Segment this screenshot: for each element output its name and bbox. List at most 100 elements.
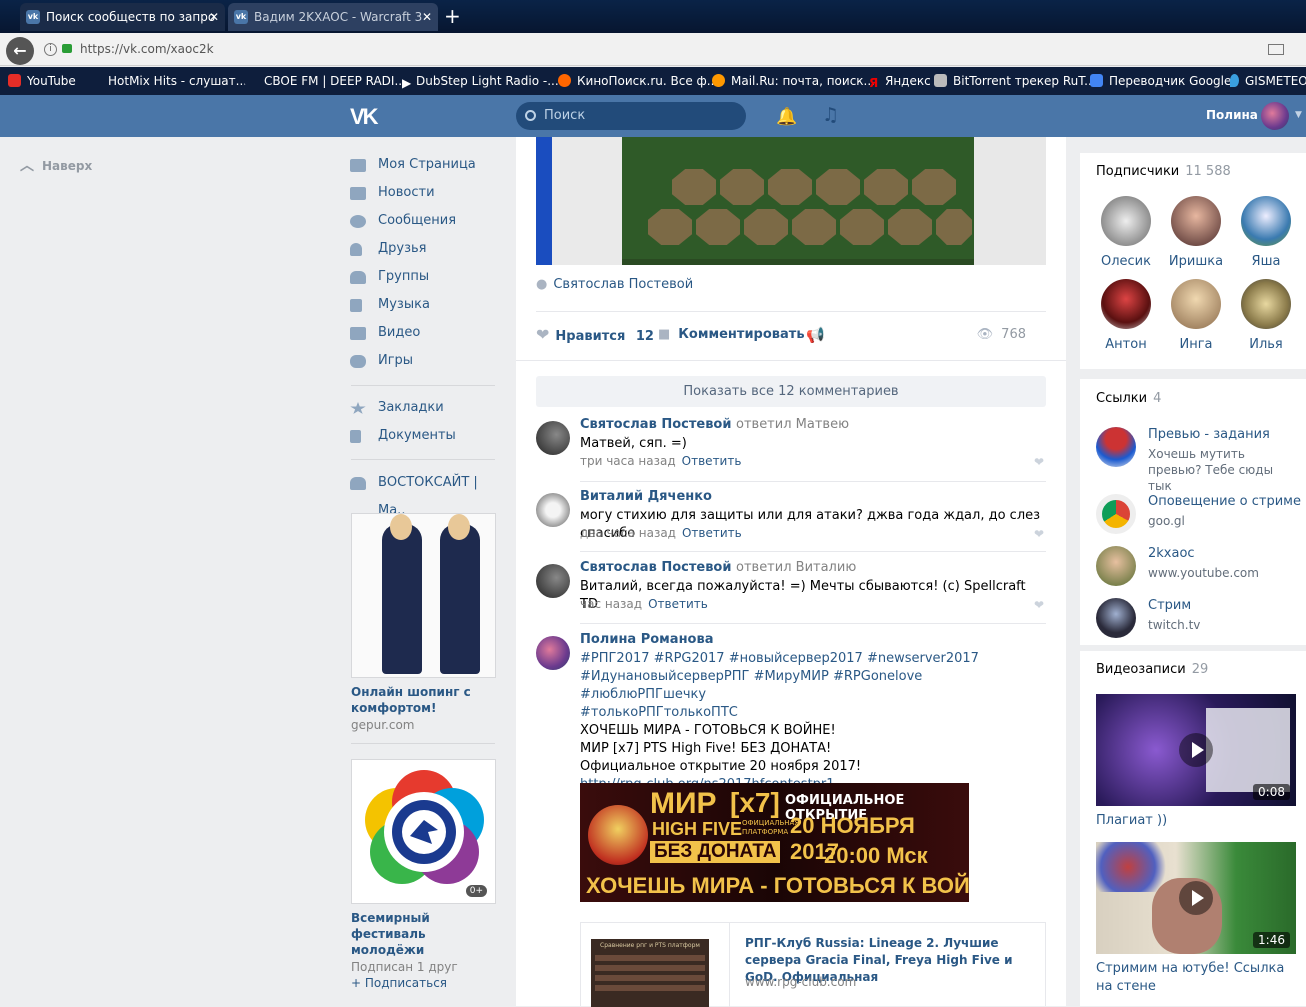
vk-logo[interactable]: VK (350, 104, 379, 130)
notifications-bell-icon[interactable]: 🔔 (776, 107, 797, 127)
ad-site: gepur.com (351, 718, 415, 732)
link-item[interactable]: Стрим twitch.tv (1096, 598, 1296, 640)
sidebar-item-video[interactable]: Видео (350, 319, 500, 347)
link-item[interactable]: Превью - задания Хочешь мутить превью? Те… (1096, 427, 1296, 493)
comment-reply-to: ответил Виталию (736, 560, 857, 575)
user-name[interactable]: Полина (1206, 108, 1258, 122)
sidebar-item-messages[interactable]: Сообщения (350, 207, 500, 235)
tab-vadim[interactable]: vk Вадим 2KXAOC - Warcraft 3 ✕ (228, 3, 438, 31)
ad-title[interactable]: Всемирный фестиваль молодёжи (351, 910, 496, 958)
sidebar-item-label: Музыка (378, 297, 430, 312)
bookmark-kinopoisk[interactable]: КиноПоиск.ru. Все ф... (558, 74, 718, 88)
promo-banner[interactable]: МИР [x7] HIGH FIVE ОФИЦИАЛЬНАЯ ПЛАТФОРМА… (580, 783, 969, 902)
bookmark-yandex[interactable]: Я Яндекс (869, 74, 931, 90)
comment-author[interactable]: Полина Романова (580, 632, 714, 647)
heart-icon[interactable]: ❤ (1034, 527, 1044, 541)
bookmark-cboe[interactable]: CBOE FM | DEEP RADI... (245, 74, 406, 88)
avatar[interactable] (536, 636, 570, 670)
subscriber-item[interactable]: Яша (1235, 196, 1297, 269)
music-note-icon[interactable]: ♫ (822, 104, 839, 126)
subscriber-item[interactable]: Илья (1235, 279, 1297, 352)
film-icon (350, 327, 366, 340)
tab-search-communities[interactable]: vk Поиск сообществ по запро ✕ (20, 3, 225, 31)
url-field[interactable]: https://vk.com/xaoc2k (80, 42, 214, 56)
comment-time[interactable]: два часа назад (580, 526, 676, 540)
bookmark-rutracker[interactable]: BitTorrent трекер RuT... (934, 74, 1096, 88)
sidebar-item-music[interactable]: Музыка (350, 291, 500, 319)
info-icon[interactable]: i (44, 43, 57, 56)
link-item[interactable]: 2kxaoc www.youtube.com (1096, 546, 1296, 588)
sidebar-item-bookmarks[interactable]: Закладки (350, 394, 500, 422)
divider (580, 481, 1046, 482)
links-header[interactable]: Ссылки 4 (1096, 391, 1161, 406)
bookmark-google-translate[interactable]: Переводчик Google (1090, 74, 1231, 88)
comment-author[interactable]: Святослав Постевой ответил Виталию (580, 560, 856, 575)
ad-title[interactable]: Онлайн шопинг с комфортом! (351, 684, 496, 716)
subscriber-item[interactable]: Антон (1095, 279, 1157, 352)
scroll-up-button[interactable]: ︿ Наверх (20, 155, 92, 175)
avatar[interactable] (536, 421, 570, 455)
video-thumbnail[interactable]: 1:46 (1096, 842, 1296, 954)
video-title[interactable]: Стримим на ютубе! Ссылка на стене (1096, 960, 1296, 996)
post-author[interactable]: ● Святослав Постевой (536, 277, 693, 292)
sidebar-item-documents[interactable]: Документы (350, 422, 500, 450)
sidebar-item-news[interactable]: Новости (350, 179, 500, 207)
search-input[interactable]: Поиск (516, 102, 746, 130)
chevron-down-icon[interactable]: ▼ (1295, 110, 1302, 120)
show-all-comments-button[interactable]: Показать все 12 комментариев (536, 376, 1046, 407)
reply-button[interactable]: Ответить (682, 526, 742, 540)
comment-time[interactable]: час назад (580, 597, 642, 611)
videos-count: 29 (1191, 662, 1209, 677)
reader-view-icon[interactable] (1268, 44, 1284, 55)
reply-button[interactable]: Ответить (682, 454, 742, 468)
gismeteo-icon (1230, 74, 1239, 87)
comment-author[interactable]: Виталий Дяченко (580, 489, 712, 504)
bookmark-dubstep[interactable]: ▶ DubStep Light Radio -... (402, 74, 559, 90)
bookmark-youtube[interactable]: YouTube (8, 74, 76, 88)
star-icon (350, 402, 366, 414)
avatar[interactable] (536, 564, 570, 598)
post-image[interactable] (536, 137, 1046, 265)
subscribers-header[interactable]: Подписчики 11 588 (1096, 164, 1231, 179)
bookmark-hotmix[interactable]: HotMix Hits - слушат... (89, 74, 247, 88)
ad-block-shopping[interactable]: Онлайн шопинг с комфортом! gepur.com (351, 513, 496, 732)
link-item[interactable]: Оповещение о стриме goo.gl (1096, 494, 1301, 536)
sidebar-item-groups[interactable]: Группы (350, 263, 500, 291)
avatar[interactable] (536, 493, 570, 527)
comment-author[interactable]: Святослав Постевой ответил Матвею (580, 417, 849, 432)
heart-icon[interactable]: ❤ (1034, 598, 1044, 612)
subscriber-item[interactable]: Инга (1165, 279, 1227, 352)
bookmark-label: Яндекс (885, 74, 931, 88)
close-tab-icon[interactable]: ✕ (422, 3, 432, 31)
subscribe-button[interactable]: + Подписаться (351, 976, 496, 990)
comment-time[interactable]: три часа назад (580, 454, 676, 468)
close-tab-icon[interactable]: ✕ (209, 3, 219, 31)
sidebar-item-friends[interactable]: Друзья (350, 235, 500, 263)
bookmark-label: CBOE FM | DEEP RADI... (264, 74, 406, 88)
sidebar-item-games[interactable]: Игры (350, 347, 500, 375)
subscriber-item[interactable]: Олесик (1095, 196, 1157, 269)
link-card[interactable]: Сравнение рпг и PTS платформ РПГ-Клуб Ru… (580, 922, 1046, 1007)
radio-icon (89, 74, 102, 87)
subscriber-item[interactable]: Иришка (1165, 196, 1227, 269)
sidebar-item-vostoksite[interactable]: ВОСТОКСАЙТ | Ма.. (350, 469, 500, 518)
like-button[interactable]: ❤ Нравится 12 (536, 322, 654, 350)
sidebar-item-my-page[interactable]: Моя Страница (350, 151, 500, 179)
back-button[interactable]: ← (6, 37, 34, 65)
ad-block-festival[interactable]: 0+ Всемирный фестиваль молодёжи Подписан… (351, 759, 496, 990)
comment-button[interactable]: ■ Комментировать (658, 322, 805, 348)
reply-button[interactable]: Ответить (648, 597, 708, 611)
hashtags[interactable]: #толькоРПГтолькоПТС (580, 704, 1046, 722)
hashtags[interactable]: #ИдунановыйсерверРПГ #МируМИР #RPGonelov… (580, 668, 1046, 704)
video-thumbnail[interactable]: 0:08 (1096, 694, 1296, 806)
share-icon[interactable]: 📢 (806, 322, 825, 350)
bookmark-mailru[interactable]: Mail.Ru: почта, поиск... (712, 74, 875, 88)
avatar[interactable] (1261, 102, 1289, 130)
videos-header[interactable]: Видеозаписи 29 (1096, 662, 1208, 677)
hashtags[interactable]: #РПГ2017 #RPG2017 #новыйсервер2017 #news… (580, 650, 1046, 668)
bookmark-gismeteo[interactable]: GISMETEO (1230, 74, 1306, 88)
new-tab-button[interactable]: + (444, 4, 461, 28)
heart-icon[interactable]: ❤ (1034, 455, 1044, 469)
video-title[interactable]: Плагиат )) (1096, 812, 1296, 830)
ad-friends: Подписан 1 друг (351, 960, 458, 974)
